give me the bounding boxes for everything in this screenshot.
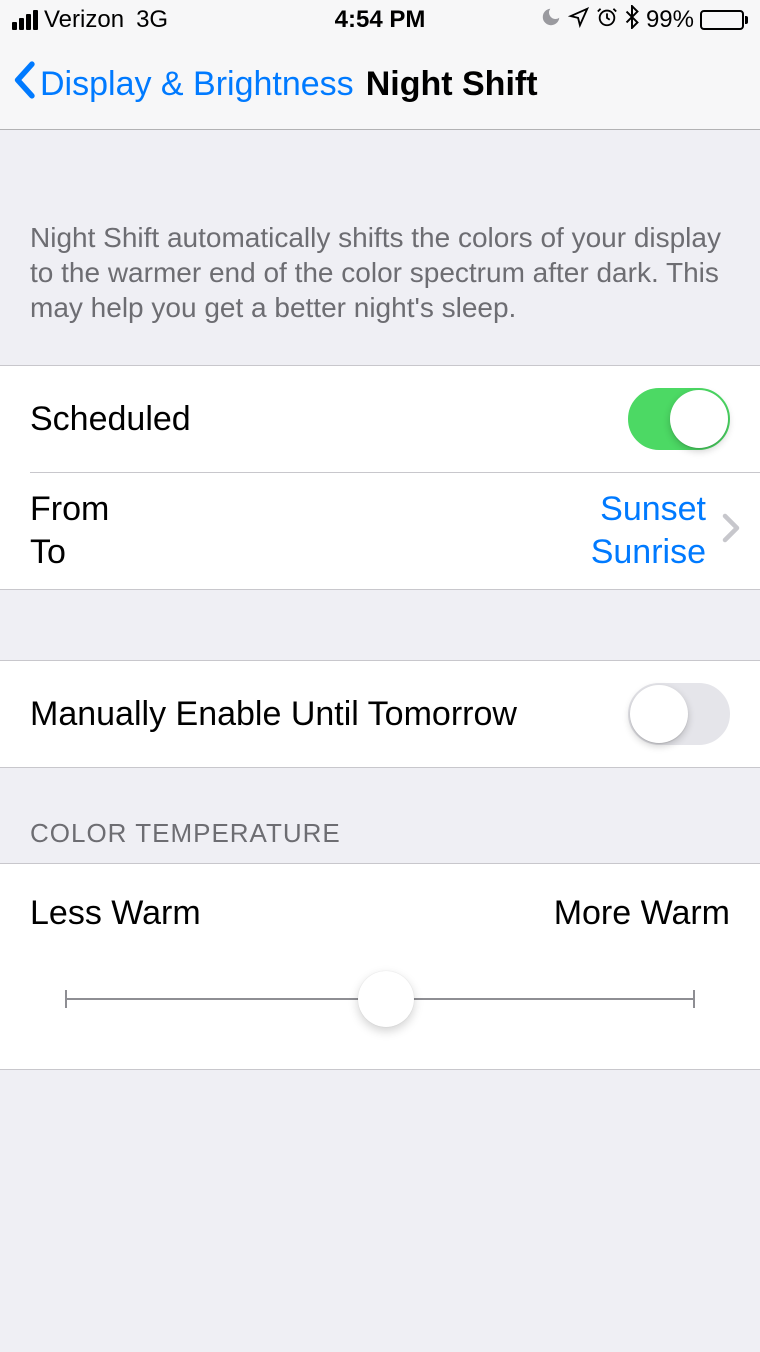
manual-group: Manually Enable Until Tomorrow (0, 660, 760, 768)
schedule-range-cell[interactable]: From To Sunset Sunrise (0, 472, 760, 589)
slider-thumb[interactable] (358, 971, 414, 1027)
status-time: 4:54 PM (335, 6, 426, 34)
bluetooth-icon (624, 5, 640, 36)
slider-tick-right (693, 990, 695, 1008)
switch-knob (630, 685, 688, 743)
back-label: Display & Brightness (40, 65, 354, 104)
nav-header: Display & Brightness Night Shift (0, 40, 760, 130)
back-button[interactable]: Display & Brightness (12, 61, 354, 108)
from-label: From (30, 488, 109, 531)
schedule-group: Scheduled From To Sunset Sunrise (0, 365, 760, 590)
alarm-icon (596, 6, 618, 35)
location-icon (568, 6, 590, 35)
description-text: Night Shift automatically shifts the col… (0, 130, 760, 365)
network-label: 3G (136, 6, 168, 34)
color-temp-slider[interactable] (66, 979, 694, 1019)
battery-percent: 99% (646, 6, 694, 34)
status-bar: Verizon 3G 4:54 PM 99% (0, 0, 760, 40)
moon-icon (540, 6, 562, 35)
scheduled-label: Scheduled (30, 400, 191, 439)
scheduled-cell: Scheduled (0, 366, 760, 472)
signal-bars-icon (12, 10, 38, 30)
chevron-right-icon (722, 513, 740, 548)
from-to-labels: From To (30, 488, 109, 573)
chevron-left-icon (12, 61, 36, 108)
scheduled-toggle[interactable] (628, 388, 730, 450)
color-temp-cell: Less Warm More Warm (0, 863, 760, 1070)
slider-tick-left (65, 990, 67, 1008)
from-to-values: Sunset Sunrise (591, 488, 706, 573)
manual-enable-label: Manually Enable Until Tomorrow (30, 695, 517, 734)
from-value: Sunset (600, 488, 706, 531)
carrier-label: Verizon (44, 6, 124, 34)
switch-knob (670, 390, 728, 448)
manual-enable-toggle[interactable] (628, 683, 730, 745)
page-title: Night Shift (366, 65, 538, 104)
more-warm-label: More Warm (554, 894, 730, 933)
manual-enable-cell: Manually Enable Until Tomorrow (0, 661, 760, 767)
color-temp-header: COLOR TEMPERATURE (0, 768, 760, 863)
status-right: 99% (540, 5, 748, 36)
battery-icon (700, 10, 748, 30)
spacer (0, 590, 760, 660)
slider-labels: Less Warm More Warm (30, 894, 730, 933)
to-label: To (30, 531, 109, 574)
less-warm-label: Less Warm (30, 894, 201, 933)
status-left: Verizon 3G (12, 6, 168, 34)
to-value: Sunrise (591, 531, 706, 574)
